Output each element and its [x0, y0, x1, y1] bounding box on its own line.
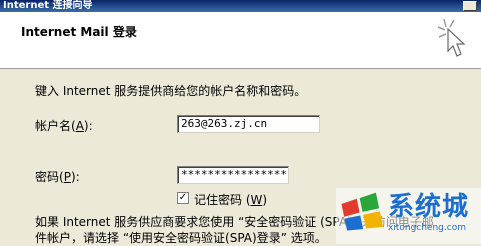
checkmark-icon: ✓ — [178, 192, 188, 203]
window-titlebar: Internet 连接向导 — [0, 0, 481, 12]
wizard-cursor-icon — [437, 18, 466, 57]
spa-note-line2: 件帐户，请选择 “使用安全密码验证(SPA)登录” 选项。 — [35, 231, 327, 245]
page-title: Internet Mail 登录 — [21, 25, 137, 39]
window-title: Internet 连接向导 — [3, 0, 93, 11]
remember-password-label[interactable]: 记住密码 (W) — [194, 191, 267, 208]
watermark-url: xitongcheng.com — [388, 223, 466, 233]
password-label: 密码(P): — [35, 170, 80, 184]
wizard-header: Internet Mail 登录 — [0, 12, 481, 69]
password-input[interactable]: ****************** — [177, 166, 289, 184]
close-button[interactable] — [463, 1, 477, 11]
intro-text: 键入 Internet 服务提供商给您的帐户名称和密码。 — [35, 84, 307, 98]
remember-password-checkbox[interactable]: ✓ — [177, 192, 189, 204]
account-label: 帐户名(A): — [35, 119, 93, 133]
watermark-text: 系统城 — [388, 192, 470, 222]
account-name-input[interactable]: 263@263.zj.cn — [177, 115, 320, 133]
